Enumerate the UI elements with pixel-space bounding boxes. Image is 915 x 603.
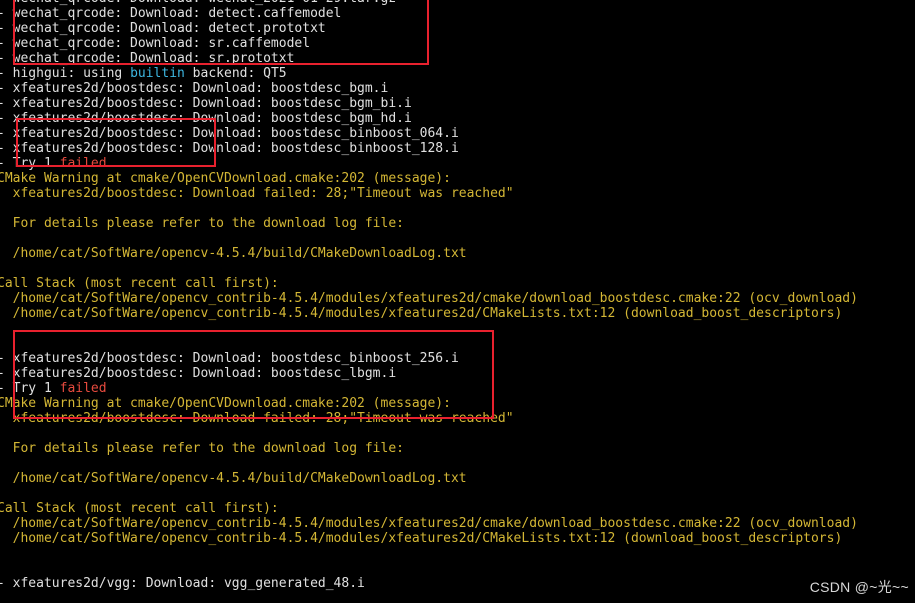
terminal-text-segment: /home/cat/SoftWare/opencv_contrib-4.5.4/… bbox=[0, 291, 858, 306]
terminal-output: - wechat_qrcode: Download: wechat_2021-0… bbox=[0, 0, 858, 591]
terminal-line: /home/cat/SoftWare/opencv-4.5.4/build/CM… bbox=[0, 471, 858, 486]
terminal-line: - xfeatures2d/vgg: Download: vgg_generat… bbox=[0, 576, 858, 591]
terminal-text-segment: Call Stack (most recent call first): bbox=[0, 501, 279, 516]
terminal-text-segment: xfeatures2d/boostdesc: Download failed: … bbox=[0, 186, 514, 201]
terminal-line: /home/cat/SoftWare/opencv_contrib-4.5.4/… bbox=[0, 531, 858, 546]
terminal-window[interactable]: - wechat_qrcode: Download: wechat_2021-0… bbox=[0, 0, 915, 603]
terminal-text-segment: - xfeatures2d/boostdesc: Download: boost… bbox=[0, 81, 389, 96]
terminal-text-segment: For details please refer to the download… bbox=[0, 441, 404, 456]
terminal-text-segment: Call Stack (most recent call first): bbox=[0, 276, 279, 291]
terminal-line: For details please refer to the download… bbox=[0, 216, 858, 231]
terminal-line: For details please refer to the download… bbox=[0, 441, 858, 456]
terminal-text-segment: builtin bbox=[130, 66, 185, 81]
terminal-text-segment: /home/cat/SoftWare/opencv_contrib-4.5.4/… bbox=[0, 516, 858, 531]
highlight-box-second-failure bbox=[13, 330, 494, 419]
terminal-line: /home/cat/SoftWare/opencv_contrib-4.5.4/… bbox=[0, 306, 858, 321]
terminal-text-segment: CMake Warning at cmake/OpenCVDownload.cm… bbox=[0, 171, 451, 186]
terminal-text-segment: For details please refer to the download… bbox=[0, 216, 404, 231]
csdn-watermark: CSDN @~光~~ bbox=[809, 579, 909, 595]
terminal-text-segment: /home/cat/SoftWare/opencv-4.5.4/build/CM… bbox=[0, 246, 467, 261]
terminal-line: CMake Warning at cmake/OpenCVDownload.cm… bbox=[0, 171, 858, 186]
terminal-line: /home/cat/SoftWare/opencv_contrib-4.5.4/… bbox=[0, 516, 858, 531]
terminal-text-segment: /home/cat/SoftWare/opencv_contrib-4.5.4/… bbox=[0, 531, 843, 546]
terminal-text-segment: /home/cat/SoftWare/opencv-4.5.4/build/CM… bbox=[0, 471, 467, 486]
terminal-text-segment: backend: QT5 bbox=[184, 66, 287, 81]
terminal-line: Call Stack (most recent call first): bbox=[0, 276, 858, 291]
terminal-line: /home/cat/SoftWare/opencv-4.5.4/build/CM… bbox=[0, 246, 858, 261]
terminal-text-segment: /home/cat/SoftWare/opencv_contrib-4.5.4/… bbox=[0, 306, 843, 321]
terminal-line: Call Stack (most recent call first): bbox=[0, 501, 858, 516]
terminal-text-segment: - xfeatures2d/vgg: Download: vgg_generat… bbox=[0, 576, 365, 591]
highlight-box-try-failed bbox=[16, 118, 216, 167]
terminal-text-segment: - highgui: using bbox=[0, 66, 131, 81]
highlight-box-wechat-downloads bbox=[13, 0, 429, 65]
terminal-line: - highgui: using builtin backend: QT5 bbox=[0, 66, 858, 81]
terminal-line: xfeatures2d/boostdesc: Download failed: … bbox=[0, 186, 858, 201]
terminal-line: /home/cat/SoftWare/opencv_contrib-4.5.4/… bbox=[0, 291, 858, 306]
terminal-line: - xfeatures2d/boostdesc: Download: boost… bbox=[0, 96, 858, 111]
terminal-text-segment: - xfeatures2d/boostdesc: Download: boost… bbox=[0, 96, 412, 111]
terminal-line: - xfeatures2d/boostdesc: Download: boost… bbox=[0, 81, 858, 96]
